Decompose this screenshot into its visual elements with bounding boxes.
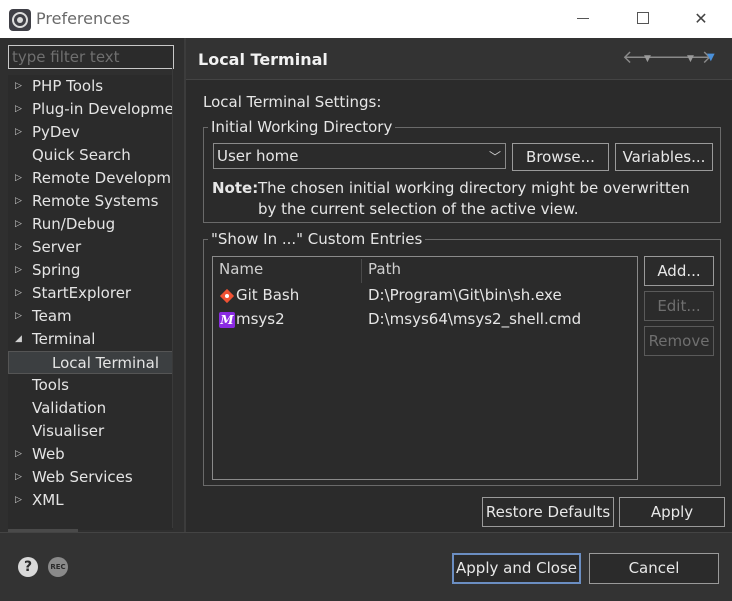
apply-button[interactable]: Apply <box>619 497 725 527</box>
add-button[interactable]: Add... <box>644 256 714 286</box>
show-in-entries-group: "Show In ..." Custom Entries Name Path G… <box>203 230 721 486</box>
record-macro-icon[interactable]: REC <box>48 557 68 577</box>
tree-item-terminal[interactable]: ◢ Terminal <box>8 328 173 351</box>
expand-arrow-icon[interactable]: ▷ <box>15 121 22 143</box>
page-title: Local Terminal <box>198 50 328 69</box>
tree-item-tools[interactable]: Tools <box>8 374 173 397</box>
expand-arrow-icon[interactable]: ▷ <box>15 236 22 258</box>
preference-tree-panel: ▷PHP Tools ▷Plug-in Developme ▷PyDev Qui… <box>0 38 184 532</box>
tree-item-pydev[interactable]: ▷ PyDev <box>8 121 173 144</box>
note-label: Note: <box>212 179 259 197</box>
tree-item-plugin-development[interactable]: ▷ Plug-in Developme <box>8 98 173 121</box>
page-header: Local Terminal 🡐 ▼ 🡒 ▼ ▼ <box>186 38 732 80</box>
tree-item-visualiser[interactable]: Visualiser <box>8 420 173 443</box>
close-icon: ✕ <box>694 9 708 28</box>
initial-directory-group: Initial Working Directory User home ﹀ Br… <box>203 118 721 223</box>
cancel-button[interactable]: Cancel <box>589 553 719 584</box>
directory-note: Note: The chosen initial working directo… <box>212 178 712 218</box>
expand-arrow-icon[interactable]: ▷ <box>15 489 22 511</box>
maximize-button[interactable] <box>620 0 666 38</box>
filter-input[interactable] <box>8 45 174 69</box>
column-header-path[interactable]: Path <box>368 260 401 278</box>
tree-item-local-terminal[interactable]: Local Terminal <box>8 351 173 374</box>
expand-arrow-icon[interactable]: ▷ <box>15 167 22 189</box>
tree-item-team[interactable]: ▷ Team <box>8 305 173 328</box>
variables-button[interactable]: Variables... <box>615 143 713 171</box>
expand-arrow-icon[interactable]: ▷ <box>15 282 22 304</box>
initial-directory-combo[interactable]: User home ﹀ <box>213 143 506 169</box>
table-row[interactable]: Git Bash D:\Program\Git\bin\sh.exe <box>217 284 635 308</box>
table-row[interactable]: M msys2 D:\msys64\msys2_shell.cmd <box>217 308 635 332</box>
apply-and-close-button[interactable]: Apply and Close <box>452 553 581 584</box>
settings-label: Local Terminal Settings: <box>203 93 382 111</box>
expand-arrow-icon[interactable]: ▷ <box>15 75 22 97</box>
help-icon[interactable]: ? <box>18 557 38 577</box>
forward-history-dropdown-icon[interactable]: ▼ <box>687 54 694 64</box>
eclipse-app-icon <box>9 9 31 31</box>
msys2-icon: M <box>219 312 235 328</box>
chevron-down-icon: ﹀ <box>488 150 501 164</box>
back-history-dropdown-icon[interactable]: ▼ <box>644 54 651 64</box>
restore-defaults-button[interactable]: Restore Defaults <box>482 497 614 527</box>
edit-button[interactable]: Edit... <box>644 291 714 321</box>
expand-arrow-icon[interactable]: ▷ <box>15 466 22 488</box>
tree-item-remote-development[interactable]: ▷ Remote Developm <box>8 167 173 190</box>
git-icon <box>219 288 235 304</box>
tree-item-web-services[interactable]: ▷ Web Services <box>8 466 173 489</box>
group-title: Initial Working Directory <box>208 118 396 136</box>
tree-item-remote-systems[interactable]: ▷ Remote Systems <box>8 190 173 213</box>
maximize-icon <box>637 12 649 24</box>
view-menu-icon[interactable]: ▼ <box>707 52 715 63</box>
expand-arrow-icon[interactable]: ▷ <box>15 213 22 235</box>
column-separator[interactable] <box>361 259 362 283</box>
column-header-name[interactable]: Name <box>219 260 263 278</box>
expand-arrow-icon[interactable]: ▷ <box>15 98 22 120</box>
minimize-button[interactable] <box>560 0 606 38</box>
tree-item-validation[interactable]: Validation <box>8 397 173 420</box>
tree-item-spring[interactable]: ▷ Spring <box>8 259 173 282</box>
collapse-arrow-icon[interactable]: ◢ <box>15 328 22 350</box>
browse-button[interactable]: Browse... <box>512 143 609 171</box>
close-button[interactable]: ✕ <box>678 0 724 38</box>
tree-item-run-debug[interactable]: ▷ Run/Debug <box>8 213 173 236</box>
title-bar[interactable]: Preferences ✕ <box>0 0 732 38</box>
preference-tree: ▷ PHP Tools ▷ Plug-in Developme ▷ PyDev Qui… <box>8 75 173 530</box>
expand-arrow-icon[interactable]: ▷ <box>15 305 22 327</box>
custom-entries-table[interactable]: Name Path Git Bash D:\Program\Git\bin\sh… <box>212 256 638 480</box>
minimize-icon <box>577 18 589 19</box>
note-text: The chosen initial working directory mig… <box>258 179 690 218</box>
tree-item-xml[interactable]: ▷ XML <box>8 489 173 512</box>
tree-item-startexplorer[interactable]: ▷ StartExplorer <box>8 282 173 305</box>
tree-vertical-scrollbar[interactable] <box>172 68 173 528</box>
remove-button[interactable]: Remove <box>644 326 714 356</box>
tree-item-web[interactable]: ▷ Web <box>8 443 173 466</box>
expand-arrow-icon[interactable]: ▷ <box>15 259 22 281</box>
tree-item-quick-search[interactable]: Quick Search <box>8 144 173 167</box>
expand-arrow-icon[interactable]: ▷ <box>15 190 22 212</box>
tree-item-php-tools[interactable]: ▷ PHP Tools <box>8 75 173 98</box>
dialog-button-bar: ? REC Apply and Close Cancel <box>0 532 732 601</box>
expand-arrow-icon[interactable]: ▷ <box>15 443 22 465</box>
window-title: Preferences <box>36 9 131 28</box>
preference-page: Local Terminal 🡐 ▼ 🡒 ▼ ▼ Local Terminal … <box>186 38 732 532</box>
tree-item-server[interactable]: ▷ Server <box>8 236 173 259</box>
group-title: "Show In ..." Custom Entries <box>208 230 426 248</box>
